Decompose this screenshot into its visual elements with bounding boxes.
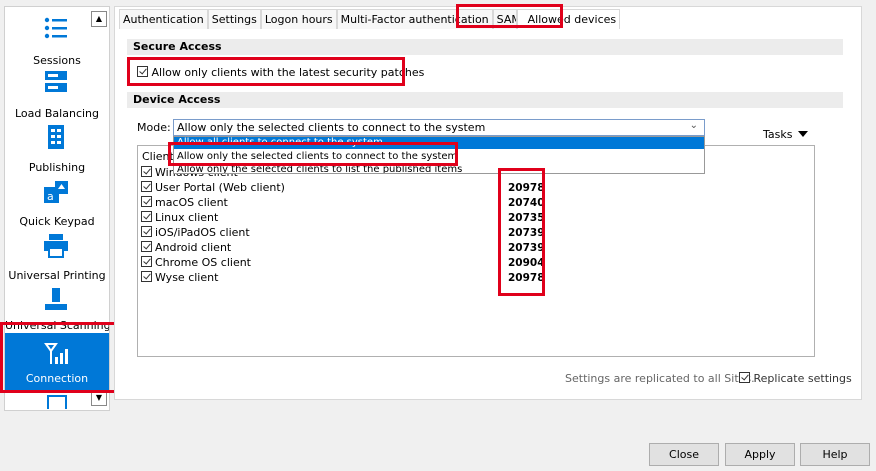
client-name: macOS client [155, 196, 228, 209]
server-icon [45, 71, 67, 92]
checkbox[interactable] [141, 226, 152, 237]
client-name: Chrome OS client [155, 256, 251, 269]
scanner-icon [45, 288, 67, 310]
sidebar-item-quick-keypad[interactable]: a Quick Keypad [5, 179, 109, 233]
client-name: Wyse client [155, 271, 219, 284]
document-icon [48, 125, 64, 149]
checkbox[interactable] [141, 181, 152, 192]
client-name: Linux client [155, 211, 219, 224]
client-row-macos[interactable]: macOS client [141, 196, 228, 211]
tasks-menu[interactable]: Tasks [763, 128, 809, 141]
client-row-wyse[interactable]: Wyse client [141, 271, 218, 286]
client-name: iOS/iPadOS client [155, 226, 250, 239]
latest-patches-option[interactable]: Allow only clients with the latest secur… [137, 66, 424, 79]
client-name: Android client [155, 241, 232, 254]
client-list: Client Windows client User Portal (Web c… [137, 145, 815, 357]
scroll-down-icon[interactable]: ▼ [91, 390, 107, 406]
signal-icon [44, 343, 68, 364]
client-row-user-portal[interactable]: User Portal (Web client) [141, 181, 285, 196]
secure-access-header: Secure Access [127, 39, 843, 55]
latest-patches-checkbox[interactable] [137, 66, 148, 77]
help-button[interactable]: Help [800, 443, 870, 466]
client-version: 20739 [508, 227, 545, 239]
replicate-label: Replicate settings [753, 372, 852, 385]
apply-button[interactable]: Apply [725, 443, 795, 466]
printer-icon [44, 234, 68, 258]
sidebar-item-connection[interactable]: Connection [5, 333, 109, 391]
tab-settings[interactable]: Settings [207, 9, 261, 29]
checkbox[interactable] [141, 211, 152, 222]
client-column-header[interactable]: Client [142, 150, 174, 163]
mode-dropdown-list: Allow all clients to connect to the syst… [173, 136, 705, 174]
client-version: 20904 [508, 257, 545, 269]
tab-allowed-devices[interactable]: Allowed devices [516, 9, 621, 29]
sidebar-item-publishing[interactable]: Publishing [5, 124, 109, 178]
svg-text:a: a [47, 190, 54, 203]
sidebar: ▲ ▼ Sessions Load Balancing Publishing a [4, 6, 110, 411]
sidebar-item-load-balancing[interactable]: Load Balancing [5, 69, 109, 123]
mode-select[interactable]: Allow only the selected clients to conne… [173, 119, 705, 136]
caret-down-icon [798, 131, 809, 137]
sidebar-item-label: Quick Keypad [19, 215, 95, 228]
dropdown-option[interactable]: Allow only the selected clients to conne… [174, 151, 704, 164]
client-version: 20735 [508, 212, 545, 224]
settings-panel: Authentication Settings Logon hours Mult… [114, 6, 862, 400]
sidebar-item-label: Publishing [28, 161, 86, 174]
client-version: 20739 [508, 242, 545, 254]
sidebar-item-label: Universal Printing [8, 269, 106, 282]
list-icon [44, 17, 67, 39]
checkbox[interactable] [141, 256, 152, 267]
dropdown-option[interactable]: Allow all clients to connect to the syst… [174, 137, 704, 149]
dropdown-option[interactable]: Allow only the selected clients to list … [174, 164, 704, 173]
checkbox[interactable] [141, 271, 152, 282]
client-row-linux[interactable]: Linux client [141, 211, 218, 226]
latest-patches-label: Allow only clients with the latest secur… [151, 66, 425, 79]
client-row-chrome-os[interactable]: Chrome OS client [141, 256, 251, 271]
mode-selected-value: Allow only the selected clients to conne… [177, 121, 486, 134]
client-version: 20740 [508, 197, 545, 209]
tab-authentication[interactable]: Authentication [119, 9, 208, 29]
sidebar-item-sessions[interactable]: Sessions [5, 15, 109, 69]
tab-strip: Authentication Settings Logon hours Mult… [119, 9, 621, 29]
client-row-android[interactable]: Android client [141, 241, 231, 256]
device-access-header: Device Access [127, 92, 843, 108]
replication-note: Settings are replicated to all Sites. [565, 372, 755, 385]
sidebar-item-label: Connection [25, 372, 89, 385]
sidebar-item-label: Sessions [33, 54, 81, 67]
replicate-settings-option[interactable]: Replicate settings [739, 372, 852, 385]
client-version: 20978 [508, 182, 545, 194]
client-version: 20978 [508, 272, 545, 284]
tab-multi-factor[interactable]: Multi-Factor authentication [336, 9, 493, 29]
close-button[interactable]: Close [649, 443, 719, 466]
checkbox[interactable] [141, 166, 152, 177]
checkbox[interactable] [141, 196, 152, 207]
client-row-ios[interactable]: iOS/iPadOS client [141, 226, 250, 241]
keypad-icon: a [44, 181, 68, 203]
sidebar-item-label: Universal Scanning [5, 319, 110, 332]
client-name: User Portal (Web client) [155, 181, 285, 194]
partial-icon [47, 395, 67, 409]
tab-saml[interactable]: SAML [492, 9, 517, 29]
chevron-down-icon: ⌄ [689, 120, 698, 131]
checkbox[interactable] [141, 241, 152, 252]
tab-logon-hours[interactable]: Logon hours [260, 9, 337, 29]
replicate-checkbox[interactable] [739, 372, 750, 383]
mode-label: Mode: [137, 121, 171, 134]
tasks-label: Tasks [763, 128, 793, 141]
sidebar-item-label: Load Balancing [15, 107, 99, 120]
sidebar-item-universal-printing[interactable]: Universal Printing [5, 233, 109, 287]
